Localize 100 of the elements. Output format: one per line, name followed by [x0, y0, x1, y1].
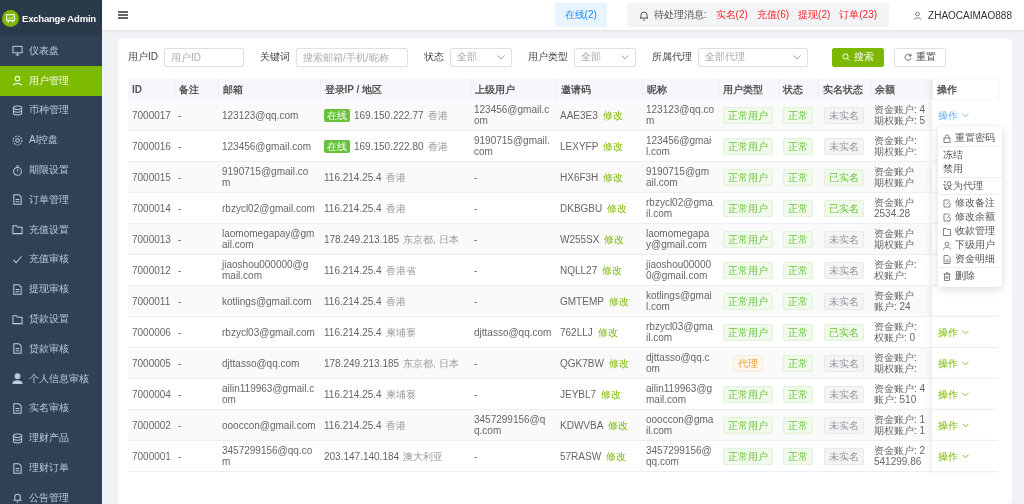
invite-code: W255SX [560, 233, 600, 245]
status-tag: 正常 [783, 106, 813, 124]
menu-item[interactable]: 收款管理 [938, 224, 1002, 238]
actions-dropdown[interactable]: 操作 [938, 109, 969, 121]
sidebar-item[interactable]: 理财订单 [0, 453, 102, 483]
edit-link[interactable]: 修改 [597, 326, 618, 338]
sidebar-item[interactable]: AI控盘 [0, 125, 102, 156]
sidebar-item[interactable]: 用户管理 [0, 65, 102, 96]
edit-link[interactable]: 修改 [603, 171, 624, 183]
column-header: 昵称 [642, 79, 718, 100]
edit-link[interactable]: 修改 [602, 109, 623, 121]
search-button[interactable]: 搜索 [832, 47, 884, 67]
sidebar-item[interactable]: 实名审核 [0, 393, 102, 424]
sidebar-item[interactable]: 个人信息审核 [0, 363, 102, 394]
actions-dropdown[interactable]: 操作 [938, 419, 969, 431]
menu-item[interactable]: 修改备注 [938, 196, 1002, 210]
balance-text: 资金账户: 4 [874, 383, 927, 394]
user-type-tag: 正常用户 [723, 261, 773, 279]
table-cell: oooccon@gmail.com [642, 409, 718, 441]
online-badge[interactable]: 在线(2) [554, 3, 607, 27]
sidebar-item[interactable]: 仪表盘 [0, 36, 102, 66]
invite-code: NQLL27 [560, 264, 598, 276]
select-field[interactable]: 全部代理 [698, 47, 808, 67]
menu-item[interactable]: 修改余额 [938, 210, 1002, 224]
ip-address: 116.214.25.4 [324, 326, 382, 338]
sidebar-item[interactable]: 币种管理 [0, 95, 102, 126]
ip-address: 116.214.25.4 [324, 388, 382, 400]
edit-link[interactable]: 修改 [607, 202, 628, 214]
sidebar-item[interactable]: 提现审核 [0, 274, 102, 305]
column-header: 邀请码 [556, 79, 642, 100]
pending-link[interactable]: 实名(2) [715, 8, 748, 22]
column-header: ID [128, 79, 174, 100]
column-header: 登录IP / 地区 [320, 79, 470, 100]
pending-link[interactable]: 提现(2) [798, 8, 831, 22]
verification-tag: 未实名 [824, 261, 864, 279]
input-field[interactable]: 搜索邮箱/手机/昵称 [296, 47, 408, 67]
table-cell: - [174, 285, 218, 317]
table-cell: - [470, 192, 556, 224]
balance-text: 期权账户: 1 [874, 425, 927, 436]
select-field[interactable]: 全部 [450, 47, 512, 67]
sidebar-item[interactable]: 期限设置 [0, 155, 102, 185]
menu-item[interactable]: 禁用 [938, 162, 1002, 176]
edit-link[interactable]: 修改 [604, 233, 625, 245]
edit-link[interactable]: 修改 [606, 450, 627, 462]
sidebar-item[interactable]: 充值设置 [0, 214, 102, 245]
pending-link[interactable]: 订单(23) [839, 8, 878, 22]
sidebar-item[interactable]: 订单管理 [0, 185, 102, 215]
column-header: 实名状态 [818, 79, 870, 100]
sidebar-item[interactable]: 理财产品 [0, 423, 102, 454]
edit-link[interactable]: 修改 [608, 295, 629, 307]
actions-dropdown[interactable]: 操作 [938, 388, 969, 400]
select-field[interactable]: 全部 [574, 47, 636, 67]
edit-link[interactable]: 修改 [602, 264, 623, 276]
menu-item[interactable]: 重置密码 [938, 131, 1002, 145]
column-header: 状态 [778, 79, 818, 100]
balance-text: 541299.86 [874, 456, 923, 467]
table-cell: 7000002 [128, 409, 174, 441]
verification-tag: 已实名 [824, 323, 864, 341]
balance-text: 资金账户 [874, 197, 915, 208]
invite-code: AAE3E3 [560, 109, 598, 121]
region-text: 澳大利亚 [403, 450, 444, 462]
column-header: 余额 [870, 79, 932, 100]
menu-item[interactable]: 资金明细 [938, 252, 1002, 266]
menu-item[interactable]: 设为代理 [938, 179, 1002, 193]
input-field[interactable]: 用户ID [164, 47, 244, 67]
edit-link[interactable]: 修改 [608, 419, 629, 431]
sidebar-item[interactable]: 充值审核 [0, 244, 102, 275]
actions-dropdown[interactable]: 操作 [938, 450, 969, 462]
sidebar-item[interactable]: 公告管理 [0, 482, 102, 504]
verification-tag: 未实名 [824, 106, 864, 124]
column-header: 邮箱 [218, 79, 320, 100]
pending-link[interactable]: 充值(6) [756, 8, 790, 22]
menu-item[interactable]: 下级用户 [938, 238, 1002, 252]
edit-link[interactable]: 修改 [608, 357, 629, 369]
column-header: 用户类型 [718, 79, 778, 100]
reset-button[interactable]: 重置 [894, 47, 946, 67]
table-cell: - [174, 440, 218, 472]
menu-icon[interactable] [118, 11, 128, 19]
verification-tag: 未实名 [824, 137, 864, 155]
verification-tag: 未实名 [824, 292, 864, 310]
sidebar-item[interactable]: 贷款设置 [0, 304, 102, 334]
table-cell: - [470, 347, 556, 379]
database-icon [12, 105, 23, 116]
edit-link[interactable]: 修改 [603, 140, 624, 152]
menu-item[interactable]: 删除 [938, 269, 1002, 283]
verification-tag: 未实名 [824, 385, 864, 403]
actions-dropdown[interactable]: 操作 [938, 326, 969, 338]
bell-icon [638, 9, 649, 21]
actions-dropdown[interactable]: 操作 [938, 357, 969, 369]
edit-link[interactable]: 修改 [601, 388, 622, 400]
refresh-icon [904, 53, 912, 61]
sidebar-item[interactable]: 贷款审核 [0, 333, 102, 364]
balance-text: 资金账户: 4 [874, 104, 927, 115]
doc-icon [12, 343, 23, 355]
user-type-tag: 正常用户 [723, 416, 773, 434]
balance-text: 期权账户: [874, 146, 918, 157]
chevron-icon [962, 422, 969, 428]
chevron-icon [962, 453, 969, 459]
menu-item[interactable]: 冻结 [938, 148, 1002, 162]
user-name[interactable]: ZHAOCAIMAO888 [928, 9, 1012, 21]
